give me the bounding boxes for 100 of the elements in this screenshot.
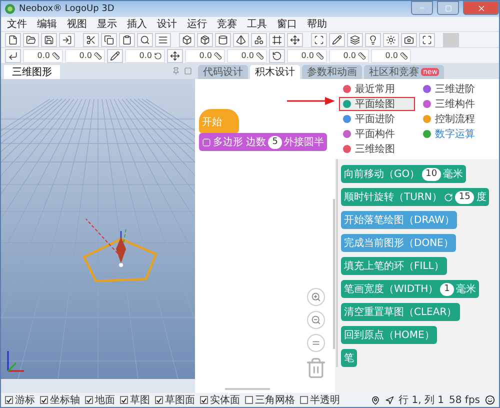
menu-item[interactable]: 插入: [127, 17, 147, 31]
camera-icon: [404, 34, 414, 44]
category-item[interactable]: 平面构件: [339, 127, 415, 141]
package-button[interactable]: [197, 32, 213, 46]
checkbox[interactable]: 地面: [85, 393, 115, 407]
category-item[interactable]: 控制流程: [419, 112, 495, 126]
category-item[interactable]: 三维进阶: [419, 82, 495, 96]
zoom-out-icon: [311, 315, 321, 325]
cylinder-button[interactable]: [215, 32, 231, 46]
number-input[interactable]: 15: [454, 190, 474, 204]
menu-item[interactable]: 显示: [97, 17, 117, 31]
scissors-button[interactable]: [83, 32, 99, 46]
list-icon: [158, 34, 168, 44]
ruler-icon: [214, 52, 222, 60]
checkbox[interactable]: 坐标轴: [40, 393, 80, 407]
pencil-button[interactable]: [329, 32, 345, 46]
layers-button[interactable]: [347, 32, 363, 46]
maximize-icon: [444, 4, 452, 12]
minimize-button[interactable]: [411, 1, 433, 15]
code-block[interactable]: 笔画宽度（WIDTH） 1 毫米: [341, 280, 479, 298]
axes-button[interactable]: [167, 48, 183, 62]
tab[interactable]: 代码设计: [198, 65, 248, 79]
number-field[interactable]: 0.0: [371, 48, 411, 62]
lightbulb-button[interactable]: [365, 32, 381, 46]
checkbox[interactable]: 游标: [5, 393, 35, 407]
menu-item[interactable]: 视图: [67, 17, 87, 31]
copy-icon: [104, 34, 114, 44]
checkbox[interactable]: 实体面: [200, 393, 240, 407]
search-button[interactable]: [137, 32, 153, 46]
number-input[interactable]: 1: [440, 282, 454, 296]
checkbox[interactable]: 半透明: [300, 393, 340, 407]
category-item[interactable]: 平面绘图: [339, 97, 415, 111]
menu-item[interactable]: 运行: [187, 17, 207, 31]
folder-button[interactable]: [23, 32, 39, 46]
ruler-icon: [52, 52, 60, 60]
category-item[interactable]: 三维绘图: [339, 142, 415, 156]
scrollbar[interactable]: [225, 388, 270, 390]
block-label: 毫米: [443, 168, 464, 181]
shapes-button[interactable]: [251, 32, 267, 46]
clipboard-icon: [122, 34, 132, 44]
category-item[interactable]: 最近常用: [339, 82, 415, 96]
maximize-icon: [184, 67, 192, 75]
camera-button[interactable]: [401, 32, 417, 46]
login-button[interactable]: [59, 32, 75, 46]
number-field[interactable]: 0.0: [227, 48, 267, 62]
checkbox[interactable]: 草图: [120, 393, 150, 407]
frame-icon: [272, 34, 282, 44]
cube-button[interactable]: [179, 32, 195, 46]
code-block[interactable]: 向前移动（GO） 10 毫米: [341, 165, 466, 183]
number-field[interactable]: 0.0: [125, 48, 165, 62]
code-block[interactable]: 顺时针旋转（TURN） 15 度: [341, 188, 490, 206]
clipboard-button[interactable]: [119, 32, 135, 46]
menu-item[interactable]: 文件: [7, 17, 27, 31]
block-label: 清空重置草图（CLEAR）: [344, 306, 457, 319]
save-button[interactable]: [41, 32, 57, 46]
menu-item[interactable]: 竞赛: [217, 17, 237, 31]
number-field[interactable]: 0.0: [287, 48, 327, 62]
block-label: 外接圆半: [284, 136, 324, 149]
zoom-in-button[interactable]: [307, 288, 325, 306]
frame-button[interactable]: [269, 32, 285, 46]
tab[interactable]: 参数和动画: [302, 65, 362, 79]
check-icon: [201, 396, 207, 404]
menu-item[interactable]: 编辑: [37, 17, 57, 31]
sun-button[interactable]: [383, 32, 399, 46]
number-field[interactable]: 0.0: [185, 48, 225, 62]
category-item[interactable]: 数字运算: [419, 127, 495, 141]
scrollbar[interactable]: [333, 199, 335, 349]
corner-button[interactable]: [5, 48, 21, 62]
number-field[interactable]: 0.0: [23, 48, 63, 62]
list-button[interactable]: [155, 32, 171, 46]
code-block[interactable]: 多边形 边数 5 外接圆半: [199, 133, 327, 151]
number-field[interactable]: 0.0: [65, 48, 105, 62]
cube-icon: [182, 34, 192, 44]
checkbox[interactable]: 三角网格: [245, 393, 295, 407]
menu-item[interactable]: 窗口: [277, 17, 297, 31]
check-icon: [121, 396, 127, 404]
file-button[interactable]: [5, 32, 21, 46]
zoom-out-button[interactable]: [307, 311, 325, 329]
menu-item[interactable]: 工具: [247, 17, 267, 31]
number-input[interactable]: 10: [422, 168, 442, 180]
menu-item[interactable]: 设计: [157, 17, 177, 31]
number-field[interactable]: 0.0: [329, 48, 369, 62]
smiley-icon: [485, 395, 495, 405]
block-label: 度: [476, 190, 486, 204]
copy-button[interactable]: [101, 32, 117, 46]
viewport-tab[interactable]: 三维图形: [4, 65, 60, 79]
category-item[interactable]: 平面进阶: [339, 112, 415, 126]
number-input[interactable]: 5: [268, 136, 282, 148]
scan-button[interactable]: [311, 32, 327, 46]
check-icon: [6, 396, 12, 404]
pyramid-button[interactable]: [233, 32, 249, 46]
rotate-button[interactable]: [269, 48, 285, 62]
maximize-button[interactable]: [419, 32, 435, 46]
menu-item[interactable]: 帮助: [307, 17, 327, 31]
category-item[interactable]: 三维构件: [419, 97, 495, 111]
move-button[interactable]: [287, 32, 303, 46]
package-icon: [200, 34, 210, 44]
checkbox[interactable]: 草图面: [155, 393, 195, 407]
tab[interactable]: 积木设计: [250, 65, 300, 79]
block-label: 开始落笔绘图（DRAW）: [344, 214, 454, 227]
